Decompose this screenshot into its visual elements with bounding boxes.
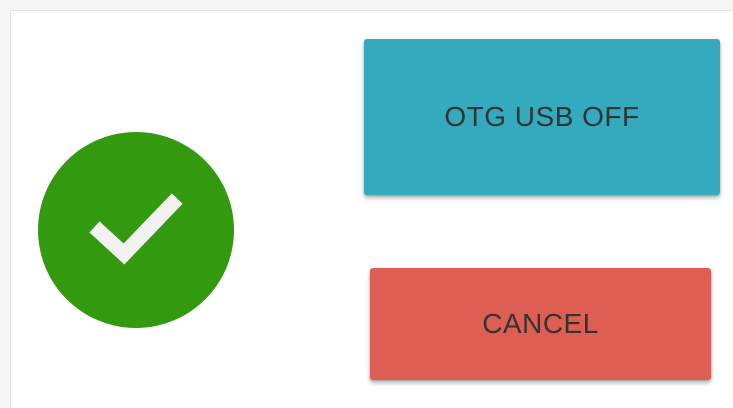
check-circle-icon: [38, 132, 234, 328]
otg-dialog: OTG USB OFF CANCEL: [10, 10, 733, 408]
checkmark-icon: [89, 193, 183, 265]
cancel-button[interactable]: CANCEL: [370, 268, 711, 380]
otg-usb-off-button[interactable]: OTG USB OFF: [364, 39, 720, 195]
